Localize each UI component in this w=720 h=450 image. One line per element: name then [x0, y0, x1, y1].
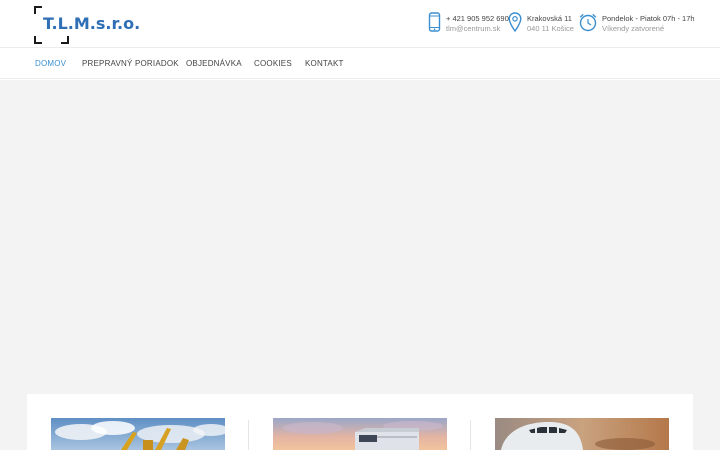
- card-image-truck[interactable]: [273, 418, 447, 450]
- logo-corner-top-left: [34, 6, 42, 14]
- hero-banner: [0, 80, 720, 394]
- contact-phone: + 421 905 952 690 tlm@centrum.sk: [428, 12, 509, 37]
- card-image-airplane[interactable]: [495, 418, 669, 450]
- opening-hours: Pondelok - Piatok 07h - 17h: [602, 14, 695, 23]
- site-header: T.L.M.s.r.o. + 421 905 952 690 tlm@centr…: [0, 0, 720, 48]
- main-nav: DOMOV PREPRAVNÝ PORIADOK OBJEDNÁVKA COOK…: [0, 49, 720, 79]
- nav-item-objednavka[interactable]: OBJEDNÁVKA: [186, 59, 242, 68]
- logo-corner-bottom-right: [61, 36, 69, 44]
- street-address: Krakovská 11: [527, 14, 572, 23]
- logo-text: T.L.M.s.r.o.: [43, 14, 141, 33]
- email-address[interactable]: tlm@centrum.sk: [446, 24, 500, 34]
- services-cards: [27, 394, 693, 450]
- alarm-clock-icon: [578, 12, 598, 37]
- card-image-construction[interactable]: [51, 418, 225, 450]
- logo[interactable]: T.L.M.s.r.o.: [34, 6, 140, 44]
- card-divider: [248, 420, 249, 450]
- nav-item-domov[interactable]: DOMOV: [35, 59, 66, 68]
- nav-item-kontakt[interactable]: KONTAKT: [305, 59, 344, 68]
- logo-corner-bottom-left: [34, 36, 42, 44]
- phone-number[interactable]: + 421 905 952 690: [446, 14, 509, 24]
- card-divider: [470, 420, 471, 450]
- nav-item-prepravny-poriadok[interactable]: PREPRAVNÝ PORIADOK: [82, 59, 179, 68]
- map-pin-icon: [508, 12, 522, 37]
- mobile-phone-icon: [428, 12, 441, 37]
- weekend-hours: Víkendy zatvorené: [602, 24, 665, 33]
- contact-hours: Pondelok - Piatok 07h - 17h Víkendy zatv…: [578, 12, 698, 36]
- city-address: 040 11 Košice: [527, 24, 574, 33]
- contact-address: Krakovská 11 040 11 Košice: [508, 12, 578, 36]
- nav-item-cookies[interactable]: COOKIES: [254, 59, 292, 68]
